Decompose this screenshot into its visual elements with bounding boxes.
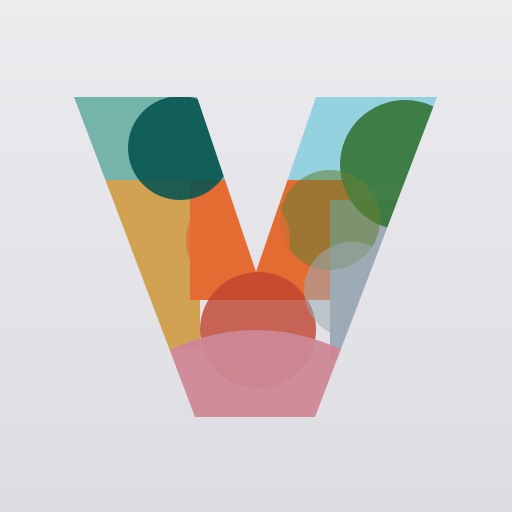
icon-background — [0, 0, 512, 512]
letter-v-logo-icon — [0, 0, 512, 512]
app-icon — [0, 0, 512, 512]
